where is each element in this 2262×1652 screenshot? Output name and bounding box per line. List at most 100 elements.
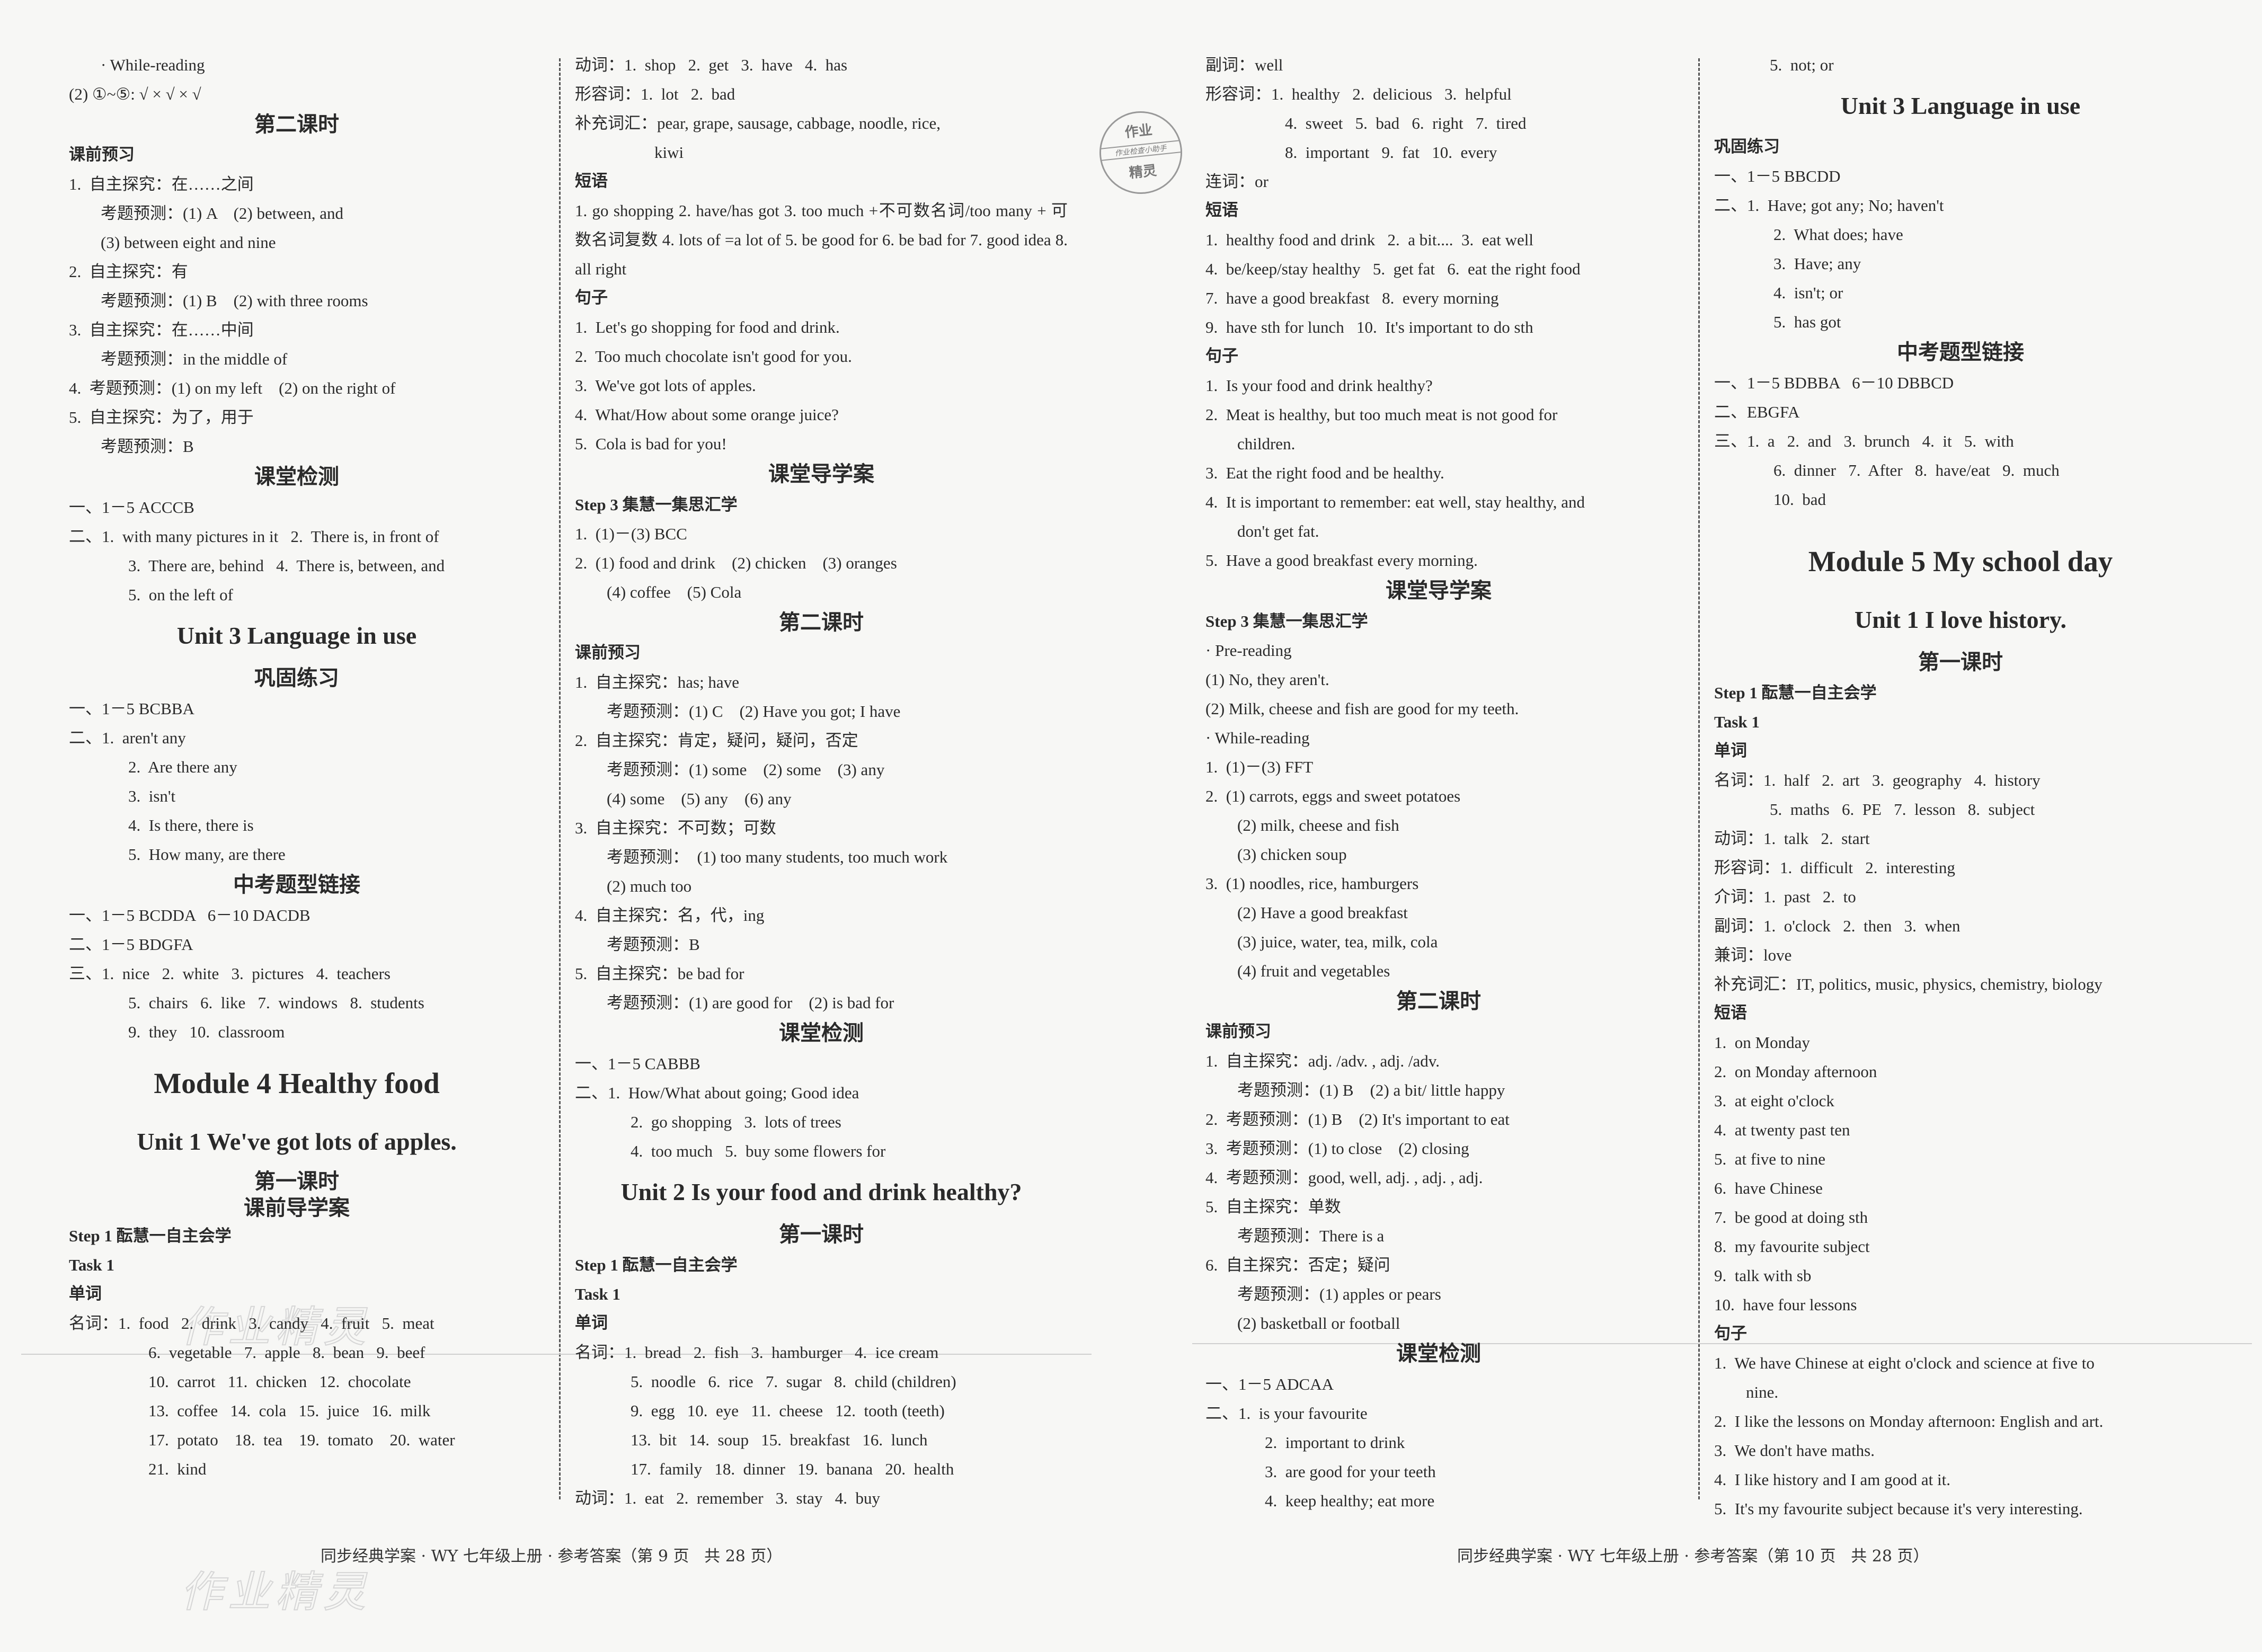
text-line: 连词：or	[1205, 172, 1269, 191]
module-title: Module 4 Healthy food	[154, 1067, 440, 1099]
section-title: 课堂导学案	[1386, 579, 1492, 603]
lesson-title: 第二课时	[779, 610, 864, 635]
text-line: 2. Meat is healthy, but too much meat is…	[1205, 405, 1558, 424]
text-line: 3. isn't	[128, 787, 176, 805]
text-line: 动词：1. eat 2. remember 3. stay 4. buy	[575, 1489, 880, 1507]
words-list: 副词：well 形容词：1. healthy 2. delicious 3. he…	[1205, 50, 1672, 196]
text-line: 二、1. with many pictures in it 2. There i…	[69, 527, 439, 546]
text-line: 2. 考题预测：(1) B (2) It's important to eat	[1205, 1110, 1510, 1129]
text-line: 动词：1. talk 2. start	[1714, 829, 1870, 848]
text-line: 1. Is your food and drink healthy?	[1205, 376, 1433, 395]
unit-title: Unit 3 Language in use	[1840, 92, 2081, 119]
text-line: 4. be/keep/stay healthy 5. get fat 6. ea…	[1205, 260, 1581, 278]
stamp-bottom-text: 精灵	[1128, 163, 1158, 182]
sentences-list: 1. Is your food and drink healthy? 2. Mea…	[1205, 371, 1672, 575]
text-line: 名词：1. food 2. drink 3. candy 4. fruit 5.…	[69, 1314, 434, 1333]
text-line: 介词：1. past 2. to	[1714, 887, 1856, 906]
text-line: 考题预测：(1) A (2) between, and	[101, 204, 344, 223]
column-3: 副词：well 形容词：1. healthy 2. delicious 3. he…	[1205, 50, 1672, 1515]
task-label: Task 1	[69, 1256, 114, 1274]
text-line: 考题预测：B	[101, 437, 194, 456]
consolidate-list: 一、1－5 BBCDD 二、1. Have; got any; No; haven…	[1714, 162, 2207, 336]
lesson-title: 第一课时	[254, 1169, 339, 1194]
text-line: 5. How many, are there	[128, 845, 286, 864]
words-list: 名词：1. half 2. art 3. geography 4. histor…	[1714, 766, 2207, 999]
watermark: 作业精灵	[180, 1567, 371, 1617]
text-line: (4) some (5) any (6) any	[607, 789, 792, 808]
text-line: 2. What does; have	[1773, 225, 1903, 244]
text-line: 一、1－5 BCBBA	[69, 699, 194, 718]
text-line: 考题预测：B	[607, 935, 700, 954]
section-title: 巩固练习	[254, 666, 339, 690]
lesson-title: 第二课时	[254, 112, 339, 137]
text-line: 副词：1. o'clock 2. then 3. when	[1714, 917, 1961, 935]
step3-list: · Pre-reading (1) No, they aren't. (2) Mil…	[1205, 636, 1672, 985]
section-label: 课前预习	[1205, 1022, 1271, 1041]
text-line: 4. at twenty past ten	[1714, 1121, 1850, 1139]
text-line: 10. bad	[1773, 490, 1826, 509]
text-line: 补充词汇：IT, politics, music, physics, chemi…	[1714, 975, 2103, 993]
text-line: 13. bit 14. soup 15. breakfast 16. lunch	[631, 1431, 928, 1449]
text-line: 10. carrot 11. chicken 12. chocolate	[148, 1372, 411, 1391]
task-label: Task 1	[1714, 713, 1760, 731]
text-line: 5. 自主探究：单数	[1205, 1197, 1341, 1216]
text-line: 5. Have a good breakfast every morning.	[1205, 551, 1478, 570]
text-line: 兼词：love	[1714, 946, 1792, 964]
step-label: Step 1 酝慧一自主会学	[1714, 683, 1877, 702]
text-line: 三、1. a 2. and 3. brunch 4. it 5. with	[1714, 432, 2014, 450]
section-title: 课堂检测	[254, 465, 339, 489]
text-line: kiwi	[654, 143, 684, 162]
answer-list: 5. not; or	[1714, 50, 2207, 79]
consolidate-list: 一、1－5 BCBBA 二、1. aren't any 2. Are there a…	[69, 694, 525, 869]
text-line: 2. on Monday afternoon	[1714, 1062, 1877, 1081]
while-reading-label: · While-reading	[101, 56, 205, 74]
text-line: 考题预测：(1) C (2) Have you got; I have	[607, 702, 901, 721]
section-title: 课堂检测	[779, 1021, 864, 1045]
section-label: 巩固练习	[1714, 137, 1780, 156]
text-line: 4. isn't; or	[1773, 283, 1843, 302]
text-line: 2. 自主探究：肯定，疑问，疑问，否定	[575, 731, 858, 750]
page-footer-right: 同步经典学案 · WY 七年级上册 · 参考答案（第 10 页 共 28 页）	[1457, 1547, 1929, 1566]
text-line: 4. I like history and I am good at it.	[1714, 1470, 1950, 1489]
section-label: 短语	[1714, 1003, 1747, 1023]
text-line: (2) basketball or football	[1237, 1314, 1400, 1333]
section-label: 课前预习	[575, 643, 641, 662]
check-list: 一、1－5 ACCCB 二、1. with many pictures in it…	[69, 493, 525, 609]
text-line: 4. What/How about some orange juice?	[575, 405, 839, 424]
text-line: 4. sweet 5. bad 6. right 7. tired	[1285, 114, 1527, 132]
text-line: 5. noodle 6. rice 7. sugar 8. child (chi…	[631, 1372, 956, 1391]
text-line: 考题预测：(1) some (2) some (3) any	[607, 760, 885, 779]
exam-list: 一、1－5 BCDDA 6－10 DACDB 二、1－5 BDGFA 三、1. ni…	[69, 901, 525, 1046]
text-line: 3. There are, behind 4. There is, betwee…	[128, 556, 445, 575]
text-line: 一、1－5 ACCCB	[69, 498, 194, 517]
text-line: 三、1. nice 2. white 3. pictures 4. teache…	[69, 964, 391, 983]
text-line: 6. have Chinese	[1714, 1179, 1823, 1197]
section-title: 中考题型链接	[1897, 340, 2024, 365]
section-title: 课堂检测	[1396, 1342, 1481, 1366]
text-line: (2) much too	[607, 877, 692, 895]
text-line: 5. maths 6. PE 7. lesson 8. subject	[1770, 800, 2035, 819]
section-label: 单词	[69, 1284, 102, 1303]
text-line: 考题预测：(1) B (2) a bit/ little happy	[1237, 1081, 1505, 1099]
text-line: 5. 自主探究：be bad for	[575, 964, 744, 983]
text-line: 考题预测：(1) are good for (2) is bad for	[607, 993, 894, 1012]
text-line: 二、1. How/What about going; Good idea	[575, 1083, 859, 1102]
text-line: 一、1－5 CABBB	[575, 1054, 700, 1073]
text-line: 2. (1) carrots, eggs and sweet potatoes	[1205, 787, 1461, 805]
text-line: 3. (1) noodles, rice, hamburgers	[1205, 874, 1419, 893]
phrases-list: 1. healthy food and drink 2. a bit.... 3…	[1205, 225, 1672, 342]
module-title: Module 5 My school day	[1808, 545, 2113, 578]
section-label: 单词	[575, 1313, 608, 1333]
section-title: 课前导学案	[244, 1196, 350, 1220]
homework-helper-stamp: 作业 作业检查小助手 精灵	[1095, 107, 1186, 198]
section-label: 单词	[1714, 741, 1747, 760]
sentences-list: 1. We have Chinese at eight o'clock and …	[1714, 1348, 2207, 1523]
text-line: 一、1－5 BCDDA 6－10 DACDB	[69, 906, 311, 925]
text-line: 5. chairs 6. like 7. windows 8. students	[128, 993, 424, 1012]
preview-list: 1. 自主探究：在……之间 考题预测：(1) A (2) between, and…	[69, 170, 525, 461]
text-line: 形容词：1. difficult 2. interesting	[1714, 858, 1955, 877]
text-line: 5. It's my favourite subject because it'…	[1714, 1499, 2083, 1518]
text-line: 3. Have; any	[1773, 254, 1861, 273]
text-line: 考题预测： (1) too many students, too much wo…	[607, 848, 948, 866]
step-label: Step 1 酝慧一自主会学	[575, 1256, 738, 1274]
